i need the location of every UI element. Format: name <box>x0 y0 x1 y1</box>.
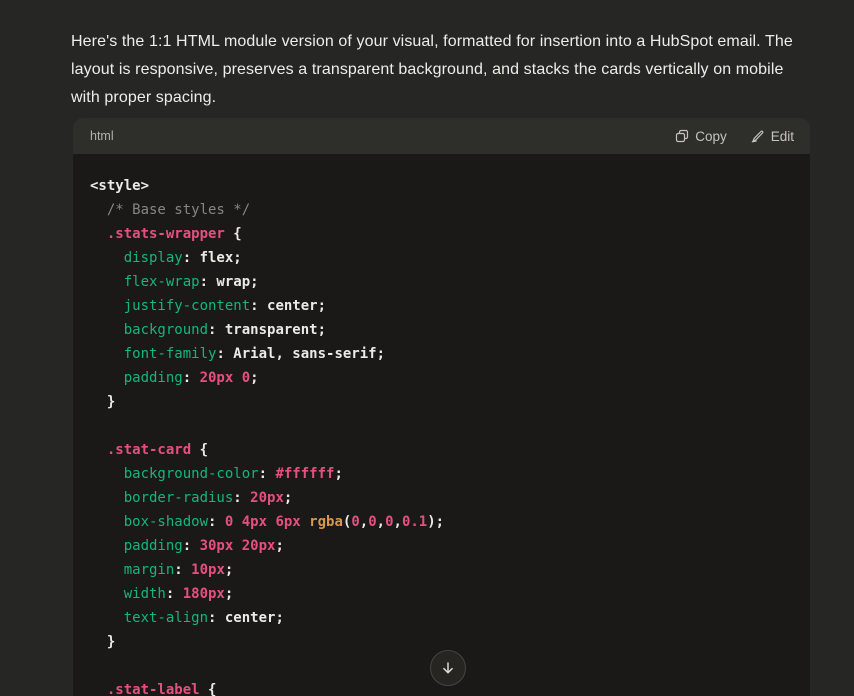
code-content: <style> /* Base styles */ .stats-wrapper… <box>73 154 810 696</box>
arrow-down-icon <box>440 660 456 676</box>
code-actions: Copy Edit <box>675 129 794 144</box>
code-line: <style> <box>90 174 793 198</box>
code-line: width: 180px; <box>90 582 793 606</box>
code-line: .stats-wrapper { <box>90 222 793 246</box>
code-language-label: html <box>90 129 114 143</box>
copy-button-label: Copy <box>695 129 727 144</box>
code-block-header: html Copy <box>73 118 810 154</box>
code-line: box-shadow: 0 4px 6px rgba(0,0,0,0.1); <box>90 510 793 534</box>
code-line: font-family: Arial, sans-serif; <box>90 342 793 366</box>
copy-button[interactable]: Copy <box>675 129 727 144</box>
scroll-to-bottom-button[interactable] <box>430 650 466 686</box>
copy-icon <box>675 129 689 143</box>
code-line: flex-wrap: wrap; <box>90 270 793 294</box>
code-line: .stat-card { <box>90 438 793 462</box>
assistant-message-text: Here's the 1:1 HTML module version of yo… <box>71 28 803 112</box>
code-line: background: transparent; <box>90 318 793 342</box>
code-line: background-color: #ffffff; <box>90 462 793 486</box>
code-line: display: flex; <box>90 246 793 270</box>
code-line: padding: 30px 20px; <box>90 534 793 558</box>
code-block: html Copy <box>73 118 810 696</box>
edit-button[interactable]: Edit <box>751 129 794 144</box>
chat-page: Here's the 1:1 HTML module version of yo… <box>0 0 854 696</box>
edit-icon <box>751 129 765 143</box>
code-line: padding: 20px 0; <box>90 366 793 390</box>
code-line <box>90 414 793 438</box>
code-line: justify-content: center; <box>90 294 793 318</box>
code-line: border-radius: 20px; <box>90 486 793 510</box>
code-line: margin: 10px; <box>90 558 793 582</box>
code-line: } <box>90 390 793 414</box>
code-line: /* Base styles */ <box>90 198 793 222</box>
code-line: text-align: center; <box>90 606 793 630</box>
edit-button-label: Edit <box>771 129 794 144</box>
